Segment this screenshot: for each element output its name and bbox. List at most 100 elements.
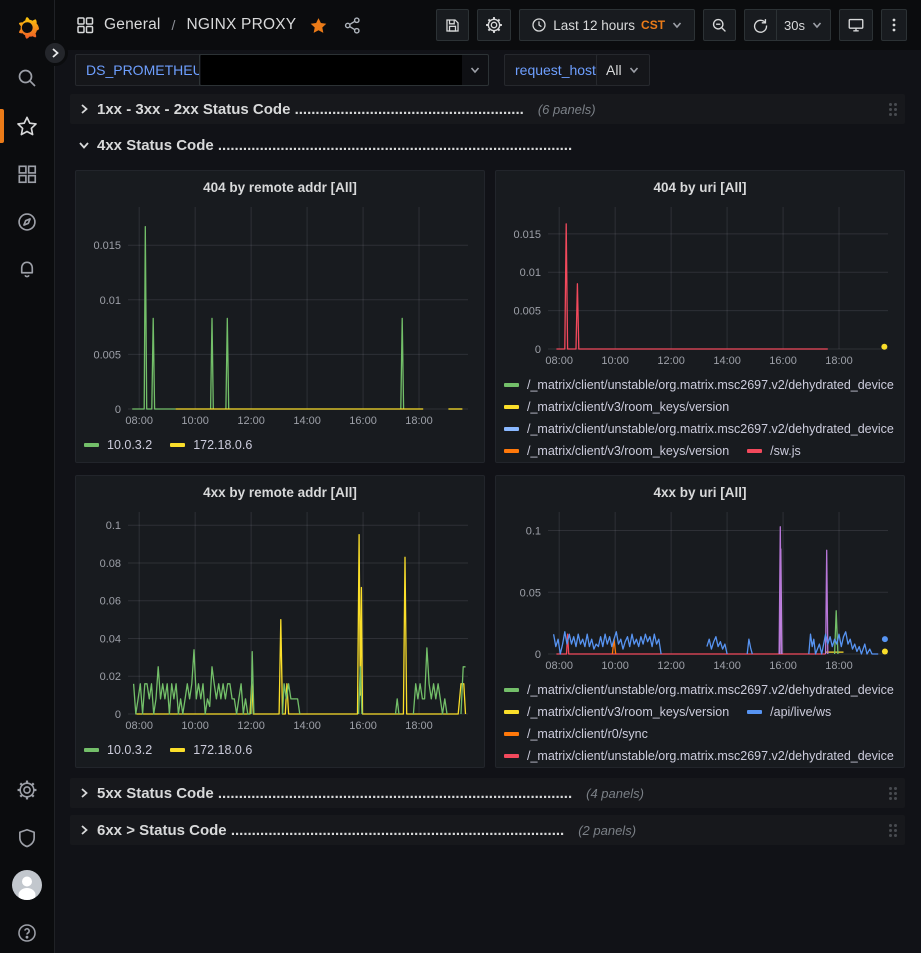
panel-title[interactable]: 404 by uri [All] (504, 176, 896, 199)
legend-label: /sw.js (770, 444, 801, 458)
panel-404-by-uri: 404 by uri [All] 08:0010:0012:0014:0016:… (495, 170, 905, 463)
svg-text:12:00: 12:00 (237, 720, 265, 732)
row-drag-handle[interactable] (889, 103, 897, 116)
legend-item[interactable]: 10.0.3.2 (84, 739, 152, 761)
chevron-right-icon (78, 787, 90, 799)
legend-item[interactable]: /_matrix/client/unstable/org.matrix.msc2… (504, 374, 894, 396)
sidebar-item-configuration[interactable] (7, 770, 47, 810)
panel-legend: 10.0.3.2 172.18.0.6 (84, 434, 476, 456)
row-header-6xx[interactable]: 6xx > Status Code ......................… (70, 815, 905, 845)
row-title: 4xx Status Code ........................… (97, 137, 572, 154)
legend-item[interactable]: /_matrix/client/unstable/org.matrix.msc2… (504, 679, 894, 701)
legend-item[interactable]: /_matrix/client/unstable/org.matrix.msc2… (504, 745, 894, 763)
svg-text:16:00: 16:00 (769, 660, 797, 672)
row-drag-handle[interactable] (889, 787, 897, 800)
svg-text:18:00: 18:00 (825, 355, 853, 367)
panel-title[interactable]: 404 by remote addr [All] (84, 176, 476, 199)
variable-value-text: All (606, 62, 622, 78)
monitor-icon (847, 16, 865, 34)
chevron-right-icon (78, 103, 90, 115)
sidebar-item-alerting[interactable] (7, 250, 47, 290)
svg-text:08:00: 08:00 (545, 355, 573, 367)
dashboards-grid-icon (16, 163, 38, 185)
svg-text:0.015: 0.015 (513, 229, 541, 241)
legend-label: /_matrix/client/unstable/org.matrix.msc2… (527, 378, 894, 392)
legend-swatch (504, 732, 519, 736)
timeseries-chart[interactable]: 08:0010:0012:0014:0016:0018:0000.0050.01… (84, 199, 476, 431)
row-header-4xx[interactable]: 4xx Status Code ........................… (70, 132, 905, 158)
legend-swatch (84, 748, 99, 752)
legend-item[interactable]: /_matrix/client/r0/sync (504, 723, 648, 745)
row-panel-count: (4 panels) (586, 786, 644, 801)
variable-select-request-host[interactable]: All (596, 54, 650, 86)
svg-text:14:00: 14:00 (713, 355, 741, 367)
sidebar-item-search[interactable] (7, 58, 47, 98)
compass-icon (16, 211, 38, 233)
favorite-star-icon[interactable] (309, 16, 328, 35)
svg-text:18:00: 18:00 (405, 415, 433, 427)
legend-item[interactable]: /_matrix/client/v3/room_keys/version (504, 701, 729, 723)
legend-item[interactable]: 172.18.0.6 (170, 739, 252, 761)
zoom-out-time-button[interactable] (703, 9, 736, 41)
sidebar-expand-button[interactable] (42, 40, 68, 66)
legend-swatch (747, 710, 762, 714)
share-icon[interactable] (343, 16, 362, 35)
grafana-logo[interactable] (7, 7, 47, 47)
legend-item[interactable]: /_matrix/client/v3/room_keys/version (504, 440, 729, 458)
panel-4xx-by-remote-addr: 4xx by remote addr [All] 08:0010:0012:00… (75, 475, 485, 768)
panel-title[interactable]: 4xx by remote addr [All] (84, 481, 476, 504)
row-header-1xx-3xx-2xx[interactable]: 1xx - 3xx - 2xx Status Code ............… (70, 94, 905, 124)
sidebar-item-server-admin[interactable] (7, 818, 47, 858)
legend-item[interactable]: /_matrix/client/unstable/org.matrix.msc2… (504, 418, 894, 440)
sidebar-item-help[interactable] (7, 913, 47, 953)
svg-text:08:00: 08:00 (125, 720, 153, 732)
row-title: 6xx > Status Code ......................… (97, 822, 564, 839)
refresh-interval-picker[interactable]: 30s (776, 9, 831, 41)
chevron-down-icon (671, 19, 683, 31)
variable-select-ds-prometheus[interactable] (199, 54, 489, 86)
dashboard-settings-button[interactable] (477, 9, 511, 41)
save-icon (444, 17, 461, 34)
legend-swatch (170, 748, 185, 752)
timeseries-chart[interactable]: 08:0010:0012:0014:0016:0018:0000.050.1 (504, 504, 896, 676)
timeseries-chart[interactable]: 08:0010:0012:0014:0016:0018:0000.0050.01… (504, 199, 896, 371)
legend-item[interactable]: 10.0.3.2 (84, 434, 152, 456)
legend-item[interactable]: /sw.js (747, 440, 801, 458)
legend-label: /_matrix/client/v3/room_keys/version (527, 705, 729, 719)
svg-text:0: 0 (535, 344, 541, 356)
svg-text:0.005: 0.005 (513, 306, 541, 318)
svg-text:16:00: 16:00 (769, 355, 797, 367)
legend-item[interactable]: /api/live/ws (747, 701, 831, 723)
svg-text:0.1: 0.1 (526, 526, 541, 538)
variable-value-redacted (201, 55, 462, 85)
legend-label: /api/live/ws (770, 705, 831, 719)
timeseries-chart[interactable]: 08:0010:0012:0014:0016:0018:0000.020.040… (84, 504, 476, 736)
legend-item[interactable]: /_matrix/client/v3/room_keys/version (504, 396, 729, 418)
save-dashboard-button[interactable] (436, 9, 469, 41)
row-header-5xx[interactable]: 5xx Status Code ........................… (70, 778, 905, 808)
tv-mode-button[interactable] (839, 9, 873, 41)
refresh-button[interactable] (744, 9, 776, 41)
legend-item[interactable]: 172.18.0.6 (170, 434, 252, 456)
gear-icon (16, 779, 38, 801)
kebab-menu-button[interactable] (881, 9, 907, 41)
row-drag-handle[interactable] (889, 824, 897, 837)
svg-text:18:00: 18:00 (825, 660, 853, 672)
legend-swatch (504, 405, 519, 409)
star-outline-icon (16, 115, 38, 137)
sidebar-item-dashboards[interactable] (7, 154, 47, 194)
panel-legend: /_matrix/client/unstable/org.matrix.msc2… (504, 374, 896, 458)
svg-text:0: 0 (115, 709, 121, 721)
sidebar-item-explore[interactable] (7, 202, 47, 242)
avatar (12, 870, 42, 900)
legend-label: 10.0.3.2 (107, 438, 152, 452)
dashboard-title[interactable]: NGINX PROXY (186, 16, 296, 34)
svg-text:0: 0 (115, 404, 121, 416)
panel-4xx-by-uri: 4xx by uri [All] 08:0010:0012:0014:0016:… (495, 475, 905, 768)
panel-title[interactable]: 4xx by uri [All] (504, 481, 896, 504)
svg-text:14:00: 14:00 (713, 660, 741, 672)
time-range-picker[interactable]: Last 12 hours CST (519, 9, 695, 41)
sidebar-item-profile[interactable] (7, 865, 47, 905)
sidebar-item-starred[interactable] (7, 106, 47, 146)
breadcrumb-folder[interactable]: General (104, 16, 161, 34)
